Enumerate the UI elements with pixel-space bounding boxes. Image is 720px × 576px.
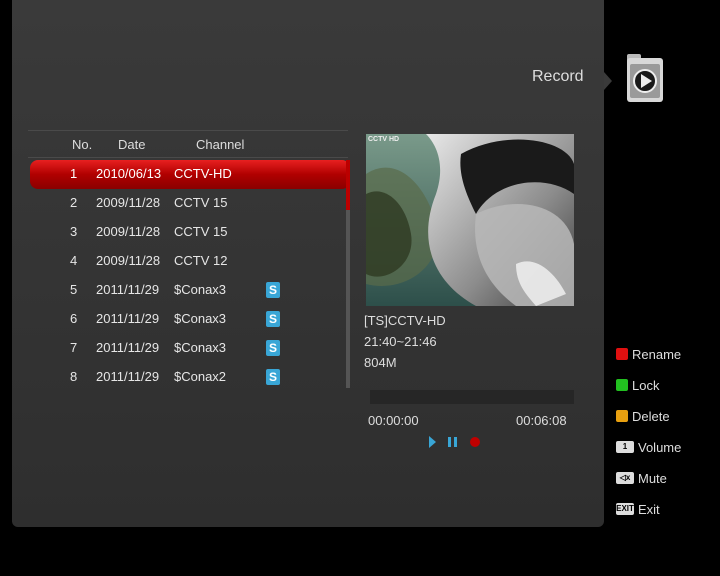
legend-label: Volume (638, 440, 682, 455)
row-no: 4 (70, 253, 78, 268)
row-date: 2009/11/28 (96, 224, 161, 239)
recording-row-6[interactable]: 6 2011/11/29 $Conax3 S (30, 305, 350, 334)
row-channel: CCTV 12 (174, 253, 228, 268)
channel-watermark: CCTV HD (368, 136, 400, 143)
recording-row-1[interactable]: 1 2010/06/13 CCTV-HD (30, 160, 350, 189)
playback-controls (426, 434, 486, 450)
recording-row-3[interactable]: 3 2009/11/28 CCTV 15 (30, 218, 350, 247)
row-no: 8 (70, 369, 78, 384)
recording-row-7[interactable]: 7 2011/11/29 $Conax3 S (30, 334, 350, 363)
list-scrollbar[interactable] (346, 160, 350, 388)
row-channel: $Conax3 (174, 340, 227, 355)
row-no: 1 (70, 166, 78, 181)
playback-progress-bar[interactable] (370, 390, 574, 404)
scroll-thumb[interactable] (346, 160, 350, 210)
row-date: 2011/11/29 (96, 282, 160, 297)
info-time: 21:40~21:46 (364, 334, 437, 349)
row-no: 3 (70, 224, 78, 239)
scrambled-badge: S (266, 282, 280, 298)
recording-row-2[interactable]: 2 2009/11/28 CCTV 15 (30, 189, 350, 218)
row-date: 2010/06/13 (96, 166, 162, 181)
row-no: 6 (70, 311, 78, 326)
video-preview: CCTV HD (366, 134, 574, 306)
row-date: 2009/11/28 (96, 253, 161, 268)
row-date: 2011/11/29 (96, 369, 160, 384)
scrambled-badge: S (266, 340, 280, 356)
record-folder-icon (627, 54, 663, 102)
time-end: 00:06:08 (516, 413, 567, 428)
exit-key-icon: EXIT (616, 503, 634, 515)
row-date: 2011/11/29 (96, 311, 160, 326)
legend-label: Exit (638, 502, 660, 517)
recording-row-5[interactable]: 5 2011/11/29 $Conax3 S (30, 276, 350, 305)
volume-key-icon: 1 (616, 441, 634, 453)
row-channel: $Conax2 (174, 369, 227, 384)
row-channel: $Conax3 (174, 282, 227, 297)
row-channel: $Conax3 (174, 311, 227, 326)
yellow-key-icon (616, 410, 628, 422)
row-no: 2 (70, 195, 78, 210)
record-dot-icon[interactable] (470, 437, 480, 447)
scrambled-badge: S (266, 369, 280, 385)
row-date: 2011/11/29 (96, 340, 160, 355)
row-no: 7 (70, 340, 78, 355)
recording-row-8[interactable]: 8 2011/11/29 $Conax2 S (30, 363, 350, 392)
recording-info: [TS]CCTV-HD 21:40~21:46 804M (364, 310, 446, 373)
row-channel: CCTV-HD (174, 166, 232, 181)
row-no: 5 (70, 282, 78, 297)
row-date: 2009/11/28 (96, 195, 161, 210)
legend-label: Lock (632, 378, 660, 393)
column-date: Date (118, 137, 146, 152)
row-channel: CCTV 15 (174, 195, 228, 210)
legend-label: Delete (632, 409, 670, 424)
recording-row-4[interactable]: 4 2009/11/28 CCTV 12 (30, 247, 350, 276)
row-channel: CCTV 15 (174, 224, 228, 239)
mute-key-icon: ◁x (616, 472, 634, 484)
recording-list: 1 2010/06/13 CCTV-HD 2 2009/11/28 CCTV 1… (30, 160, 350, 392)
info-title: [TS]CCTV-HD (364, 313, 446, 328)
red-key-icon (616, 348, 628, 360)
pause-icon[interactable] (448, 437, 451, 447)
column-no: No. (72, 137, 93, 152)
scrambled-badge: S (266, 311, 280, 327)
column-channel: Channel (196, 137, 245, 152)
title-arrow (604, 72, 612, 90)
green-key-icon (616, 379, 628, 391)
preview-frame (366, 134, 574, 306)
list-header: No. Date Channel (28, 130, 348, 158)
info-size: 804M (364, 355, 397, 370)
panel-title: Record (532, 68, 584, 85)
legend-label: Rename (632, 347, 682, 362)
time-start: 00:00:00 (368, 413, 419, 428)
legend-label: Mute (638, 471, 667, 486)
play-icon[interactable] (429, 436, 436, 448)
